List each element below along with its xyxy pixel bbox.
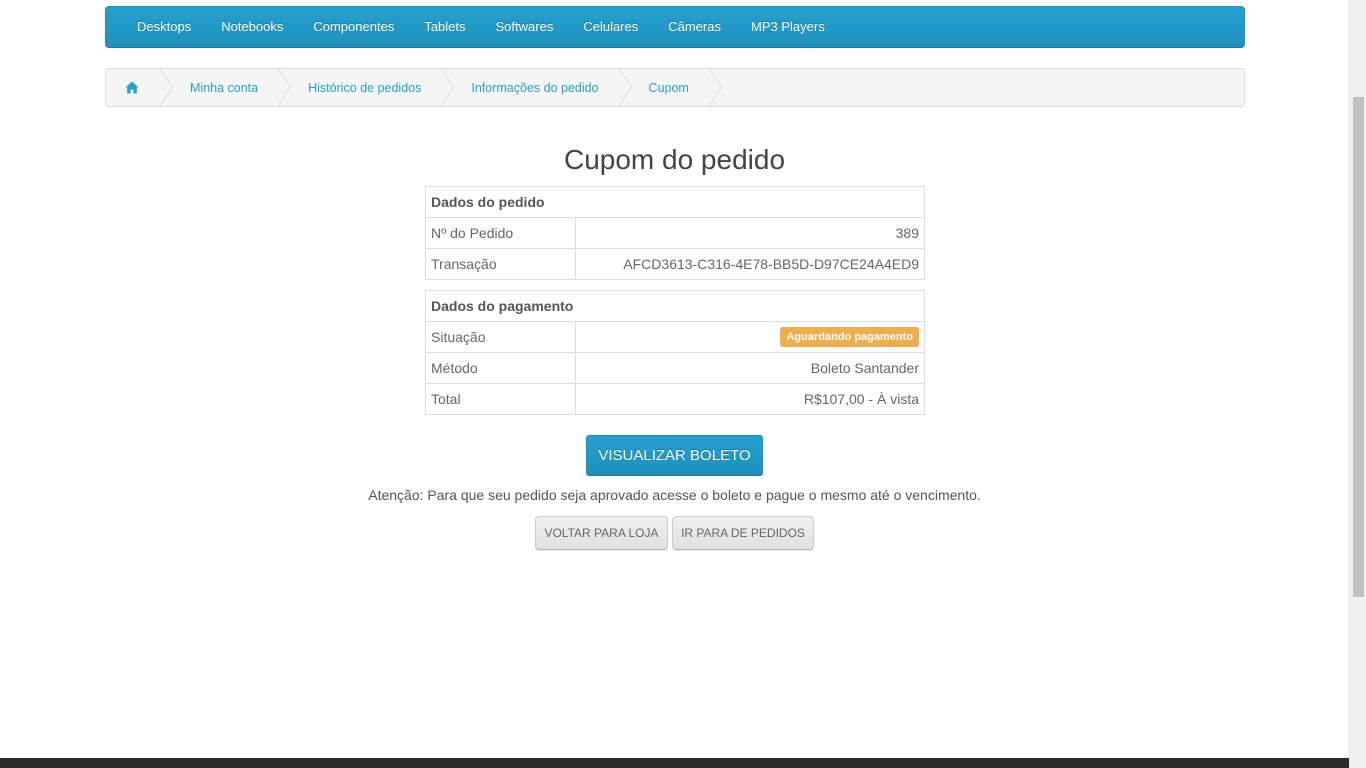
method-label: Método [425, 352, 576, 384]
status-badge: Aguardando pagamento [780, 327, 919, 347]
table-row: Total R$107,00 - À vista [425, 383, 925, 415]
breadcrumb-home[interactable] [106, 69, 173, 106]
main-navbar: Desktops Notebooks Componentes Tablets S… [105, 6, 1245, 48]
breadcrumb-cupom[interactable]: Cupom [619, 69, 723, 106]
table-row: Situação Aguardando pagamento [425, 321, 925, 353]
table-header-row: Dados do pedido [425, 186, 925, 218]
order-details-table: Dados do pedido Nº do Pedido 389 Transaç… [425, 186, 925, 280]
go-to-orders-button[interactable]: IR PARA DE PEDIDOS [672, 516, 814, 550]
back-to-store-button[interactable]: VOLTAR PARA LOJA [535, 516, 668, 550]
nav-item-notebooks[interactable]: Notebooks [206, 7, 298, 47]
page-title: Cupom do pedido [563, 144, 786, 175]
status-label: Situação [425, 321, 576, 353]
view-boleto-button[interactable]: VISUALIZAR BOLETO [586, 435, 763, 476]
table-header-row: Dados do pagamento [425, 290, 925, 322]
table-row: Nº do Pedido 389 [425, 217, 925, 249]
nav-item-celulares[interactable]: Celulares [568, 7, 653, 47]
order-number-value: 389 [575, 217, 925, 249]
transaction-value: AFCD3613-C316-4E78-BB5D-D97CE24A4ED9 [575, 248, 925, 280]
payment-details-header: Dados do pagamento [425, 290, 925, 322]
nav-item-cameras[interactable]: Câmeras [653, 7, 736, 47]
breadcrumb-minha-conta[interactable]: Minha conta [160, 69, 292, 106]
footer [0, 758, 1349, 768]
page: Desktops Notebooks Componentes Tablets S… [0, 0, 1366, 768]
breadcrumb-informacoes-pedido[interactable]: Informações do pedido [441, 69, 632, 106]
payment-details-table: Dados do pagamento Situação Aguardando p… [425, 290, 925, 415]
home-icon [125, 81, 139, 94]
breadcrumb: Minha conta Histórico de pedidos Informa… [105, 68, 1245, 107]
total-label: Total [425, 383, 576, 415]
vertical-scrollbar[interactable] [1349, 0, 1366, 768]
transaction-label: Transação [425, 248, 576, 280]
nav-item-desktops[interactable]: Desktops [122, 7, 206, 47]
breadcrumb-historico-pedidos[interactable]: Histórico de pedidos [278, 69, 455, 106]
payment-notice: Atenção: Para que seu pedido seja aprova… [368, 487, 981, 503]
table-row: Método Boleto Santander [425, 352, 925, 384]
order-number-label: Nº do Pedido [425, 217, 576, 249]
nav-item-tablets[interactable]: Tablets [409, 7, 480, 47]
total-value: R$107,00 - À vista [575, 383, 925, 415]
table-row: Transação AFCD3613-C316-4E78-BB5D-D97CE2… [425, 248, 925, 280]
nav-item-mp3-players[interactable]: MP3 Players [736, 7, 840, 47]
order-details-header: Dados do pedido [425, 186, 925, 218]
nav-item-softwares[interactable]: Softwares [481, 7, 569, 47]
nav-item-componentes[interactable]: Componentes [298, 7, 409, 47]
status-cell: Aguardando pagamento [575, 321, 925, 353]
method-value: Boleto Santander [575, 352, 925, 384]
scrollbar-thumb[interactable] [1353, 97, 1364, 597]
